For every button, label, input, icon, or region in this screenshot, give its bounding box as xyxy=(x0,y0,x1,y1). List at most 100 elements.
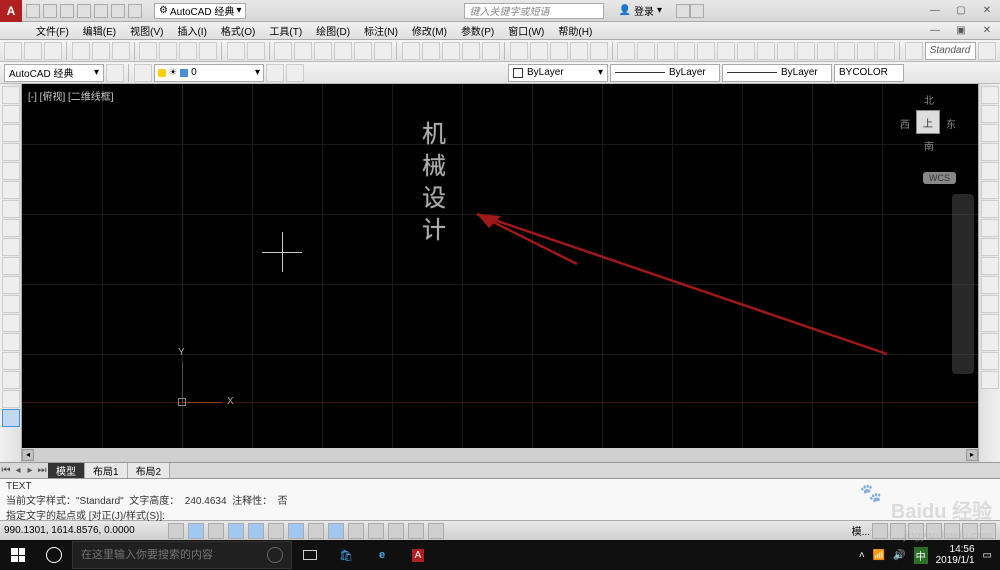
doc-restore-button[interactable]: ▣ xyxy=(948,22,974,40)
st-r6-icon[interactable] xyxy=(962,523,978,539)
copy-icon[interactable] xyxy=(159,42,177,60)
maximize-button[interactable]: ▢ xyxy=(948,2,974,20)
task-view-icon[interactable] xyxy=(292,540,328,570)
arc-icon[interactable] xyxy=(2,143,20,161)
grid-toggle[interactable] xyxy=(188,523,204,539)
color-selector[interactable]: ByLayer ▾ xyxy=(508,64,608,82)
preview-icon[interactable] xyxy=(92,42,110,60)
h-scrollbar[interactable]: ◂ ▸ xyxy=(22,448,978,462)
block-icon[interactable] xyxy=(274,42,292,60)
hatch-icon[interactable] xyxy=(2,276,20,294)
explode-icon[interactable] xyxy=(981,371,999,389)
sc-toggle[interactable] xyxy=(408,523,424,539)
trim-icon[interactable] xyxy=(981,257,999,275)
menu-help[interactable]: 帮助(H) xyxy=(552,23,598,38)
viewcube-east[interactable]: 东 xyxy=(946,116,956,131)
plotstyle-selector[interactable]: BYCOLOR xyxy=(834,64,904,82)
menu-param[interactable]: 参数(P) xyxy=(455,23,500,38)
layer-prev-icon[interactable] xyxy=(286,64,304,82)
tab-layout2[interactable]: 布局2 xyxy=(128,463,171,478)
menu-tools[interactable]: 工具(T) xyxy=(263,23,308,38)
edge-icon[interactable]: e xyxy=(364,540,400,570)
tab-first-icon[interactable]: ⏮ xyxy=(0,465,12,476)
m14-icon[interactable] xyxy=(877,42,895,60)
m5-icon[interactable] xyxy=(697,42,715,60)
canvas-text-object[interactable]: 机 械 设 计 xyxy=(422,114,448,242)
mirror-icon[interactable] xyxy=(981,124,999,142)
qat-open-icon[interactable] xyxy=(43,4,57,18)
qat-save-icon[interactable] xyxy=(60,4,74,18)
erase-icon[interactable] xyxy=(981,86,999,104)
layer-state-icon[interactable] xyxy=(266,64,284,82)
viewcube[interactable]: 北 南 西 东 上 xyxy=(898,90,958,170)
coordinates[interactable]: 990.1301, 1614.8576, 0.0000 xyxy=(4,525,164,536)
plot-icon[interactable] xyxy=(72,42,90,60)
menu-format[interactable]: 格式(O) xyxy=(215,23,261,38)
doc-close-button[interactable]: ✕ xyxy=(974,22,1000,40)
wcs-badge[interactable]: WCS xyxy=(923,172,956,184)
ortho-toggle[interactable] xyxy=(208,523,224,539)
snap-toggle[interactable] xyxy=(168,523,184,539)
publish-icon[interactable] xyxy=(112,42,130,60)
layer-selector[interactable]: ☀ 0 ▾ xyxy=(154,64,264,82)
xline-icon[interactable] xyxy=(2,219,20,237)
taskbar-search[interactable] xyxy=(72,541,292,569)
break-icon[interactable] xyxy=(981,295,999,313)
tab-last-icon[interactable]: ⏭ xyxy=(36,465,48,476)
block5-icon[interactable] xyxy=(354,42,372,60)
help-icon[interactable] xyxy=(690,4,704,18)
zoom-ext-icon[interactable] xyxy=(442,42,460,60)
workspace-selector-qat[interactable]: ⚙ AutoCAD 经典 ▾ xyxy=(154,3,246,19)
tray-volume-icon[interactable]: 🔊 xyxy=(893,550,905,561)
join-icon[interactable] xyxy=(981,314,999,332)
st-r3-icon[interactable] xyxy=(908,523,924,539)
autocad-taskbar-icon[interactable]: A xyxy=(400,540,436,570)
ellipse-icon[interactable] xyxy=(2,181,20,199)
am-toggle[interactable] xyxy=(428,523,444,539)
start-button[interactable] xyxy=(0,540,36,570)
circle-icon[interactable] xyxy=(2,124,20,142)
tab-model[interactable]: 模型 xyxy=(48,463,85,478)
undo-icon[interactable] xyxy=(227,42,245,60)
scroll-right-icon[interactable]: ▸ xyxy=(966,449,978,461)
text-icon[interactable] xyxy=(2,409,20,427)
st-r4-icon[interactable] xyxy=(926,523,942,539)
m12-icon[interactable] xyxy=(837,42,855,60)
mic-icon[interactable] xyxy=(267,547,283,563)
m11-icon[interactable] xyxy=(817,42,835,60)
open-icon[interactable] xyxy=(24,42,42,60)
fillet-icon[interactable] xyxy=(981,352,999,370)
tray-ime-icon[interactable]: 中 xyxy=(914,547,928,564)
tray-up-icon[interactable]: ˄ xyxy=(859,550,865,561)
tpal-icon[interactable] xyxy=(550,42,568,60)
rect-icon[interactable] xyxy=(2,162,20,180)
qat-plot-icon[interactable] xyxy=(94,4,108,18)
lineweight-selector[interactable]: ByLayer xyxy=(722,64,832,82)
pan-icon[interactable] xyxy=(402,42,420,60)
cut-icon[interactable] xyxy=(139,42,157,60)
tab-prev-icon[interactable]: ◂ xyxy=(12,465,24,476)
viewport-label[interactable]: [-] [俯视] [二维线框] xyxy=(28,88,114,103)
menu-view[interactable]: 视图(V) xyxy=(124,23,169,38)
polygon-icon[interactable] xyxy=(2,257,20,275)
spline-icon[interactable] xyxy=(2,200,20,218)
rotate-icon[interactable] xyxy=(981,200,999,218)
cortana-icon[interactable] xyxy=(36,547,72,563)
zoom-icon[interactable] xyxy=(422,42,440,60)
menu-draw[interactable]: 绘图(D) xyxy=(310,23,356,38)
zoom-prev-icon[interactable] xyxy=(482,42,500,60)
save-icon[interactable] xyxy=(44,42,62,60)
gradient-icon[interactable] xyxy=(2,295,20,313)
workspace-dropdown[interactable]: AutoCAD 经典 ▾ xyxy=(4,64,104,82)
m4-icon[interactable] xyxy=(677,42,695,60)
region-icon[interactable] xyxy=(2,333,20,351)
close-button[interactable]: ✕ xyxy=(974,2,1000,20)
dyn-toggle[interactable] xyxy=(328,523,344,539)
ducs-toggle[interactable] xyxy=(308,523,324,539)
tab-next-icon[interactable]: ▸ xyxy=(24,465,36,476)
block6-icon[interactable] xyxy=(374,42,392,60)
ws-settings-icon[interactable] xyxy=(106,64,124,82)
ray-icon[interactable] xyxy=(2,238,20,256)
notifications-icon[interactable]: ▭ xyxy=(983,550,992,561)
menu-dimension[interactable]: 标注(N) xyxy=(358,23,404,38)
